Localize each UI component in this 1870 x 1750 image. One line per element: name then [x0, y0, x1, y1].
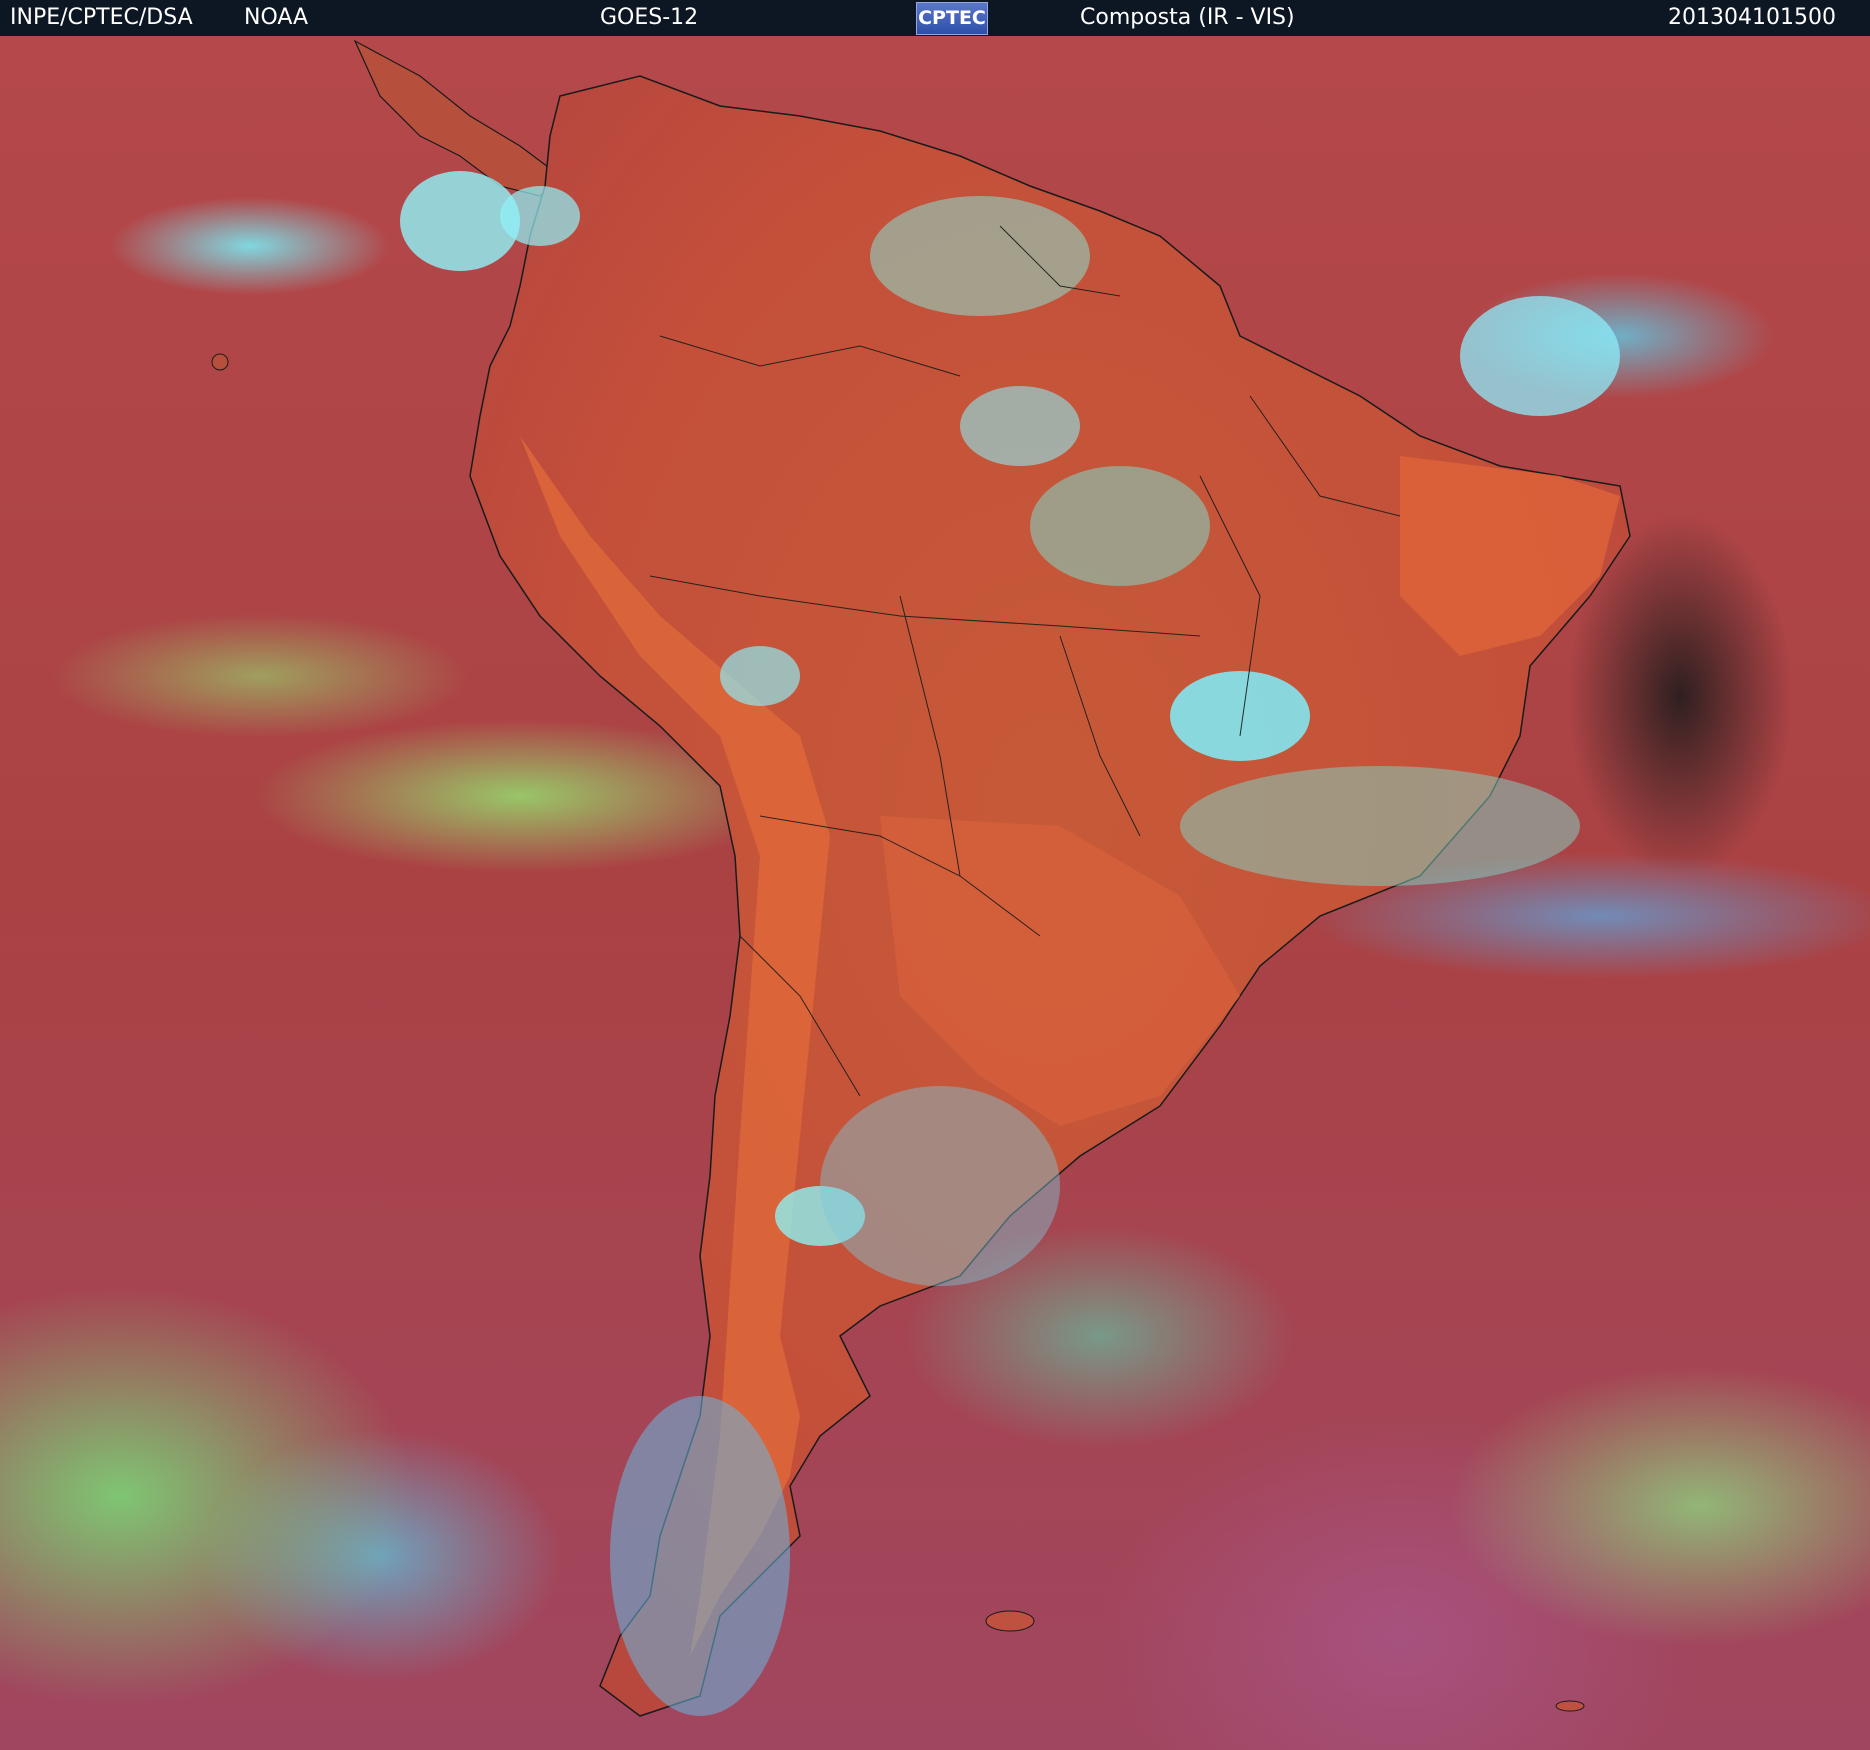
- falkland-islands: [985, 1610, 1035, 1632]
- cloud-cluster: [1170, 671, 1310, 761]
- cloud-cluster: [500, 186, 580, 246]
- satellite-image: [0, 36, 1870, 1750]
- agency-label: INPE/CPTEC/DSA: [10, 5, 193, 30]
- cloud-cluster: [1180, 766, 1580, 886]
- cptec-logo: CPTEC: [916, 2, 988, 35]
- product-label: Composta (IR - VIS): [1080, 5, 1295, 30]
- cloud-cluster: [870, 196, 1090, 316]
- northeast-brazil-region: [1400, 456, 1620, 656]
- cloud-cluster: [820, 1086, 1060, 1286]
- galapagos-islands: [211, 353, 229, 371]
- south-georgia-island: [1555, 1700, 1585, 1712]
- south-america-map: [211, 39, 1631, 1717]
- source-label: NOAA: [244, 5, 309, 30]
- satellite-label: GOES-12: [600, 5, 699, 30]
- timestamp-label: 201304101500: [1668, 5, 1836, 30]
- cloud-cluster: [960, 386, 1080, 466]
- cloud-cluster: [720, 646, 800, 706]
- image-header: INPE/CPTEC/DSA NOAA GOES-12 CPTEC Compos…: [0, 0, 1870, 36]
- cloud-cluster: [1030, 466, 1210, 586]
- cloud-cluster: [1460, 296, 1620, 416]
- cloud-cluster: [610, 1396, 790, 1716]
